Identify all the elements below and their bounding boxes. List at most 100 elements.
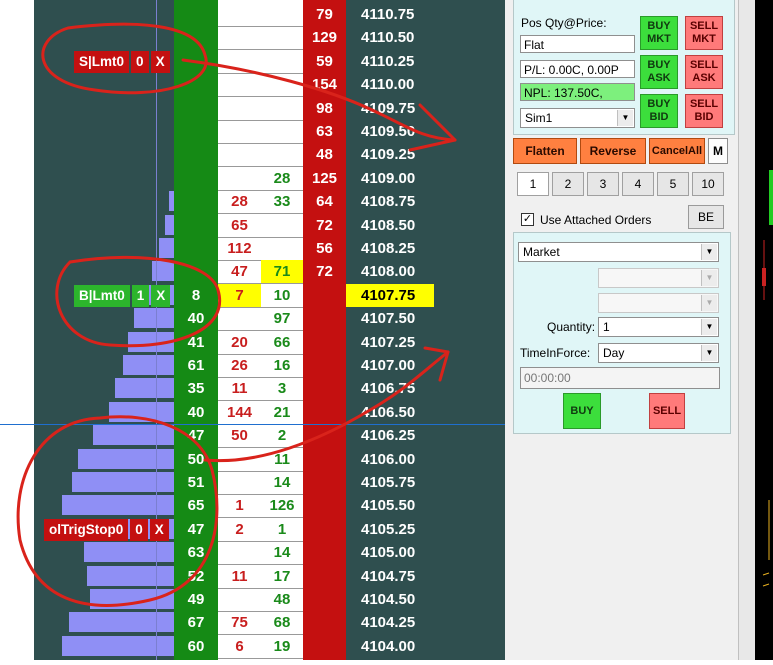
bid-qty-cell[interactable]: 8 <box>174 284 218 307</box>
ask-cell[interactable] <box>261 120 303 143</box>
buy-ask-button[interactable]: BUY ASK <box>640 55 678 89</box>
bid-cell[interactable] <box>218 3 261 26</box>
sell-button[interactable]: SELL <box>649 393 685 429</box>
chevron-down-icon[interactable]: ▼ <box>701 319 717 335</box>
qty-preset-3[interactable]: 3 <box>587 172 619 196</box>
bid-qty-cell[interactable] <box>174 97 218 120</box>
ask-qty-cell[interactable] <box>303 494 346 517</box>
buy-order-tag[interactable]: B|Lmt0 1 X <box>74 285 171 307</box>
flatten-button[interactable]: Flatten <box>513 138 577 164</box>
bid-cell[interactable] <box>218 120 261 143</box>
ask-cell[interactable] <box>261 26 303 49</box>
bid-cell[interactable] <box>218 307 261 330</box>
ask-cell[interactable]: 1 <box>261 518 303 541</box>
bid-cell[interactable] <box>218 26 261 49</box>
price-cell[interactable]: 4106.75 <box>346 377 434 400</box>
ask-cell[interactable] <box>261 237 303 260</box>
ask-cell[interactable]: 71 <box>261 260 303 283</box>
ask-cell[interactable]: 17 <box>261 565 303 588</box>
ask-cell[interactable]: 21 <box>261 401 303 424</box>
ask-cell[interactable]: 66 <box>261 331 303 354</box>
sell-mkt-button[interactable]: SELL MKT <box>685 16 723 50</box>
cancel-order-button[interactable]: X <box>149 519 169 541</box>
bid-qty-cell[interactable]: 60 <box>174 635 218 658</box>
ask-qty-cell[interactable] <box>303 635 346 658</box>
bid-qty-cell[interactable]: 35 <box>174 377 218 400</box>
bid-cell[interactable]: 28 <box>218 190 261 213</box>
ask-qty-cell[interactable]: 129 <box>303 26 346 49</box>
bid-qty-cell[interactable] <box>174 214 218 237</box>
ask-qty-cell[interactable] <box>303 307 346 330</box>
bid-qty-cell[interactable] <box>174 190 218 213</box>
ask-cell[interactable]: 126 <box>261 494 303 517</box>
qty-preset-5[interactable]: 5 <box>657 172 689 196</box>
bid-cell[interactable] <box>218 50 261 73</box>
quantity-select[interactable]: 1 ▼ <box>598 317 719 337</box>
bid-cell[interactable]: 20 <box>218 331 261 354</box>
price-cell[interactable]: 4104.50 <box>346 588 434 611</box>
bid-qty-cell[interactable]: 61 <box>174 354 218 377</box>
bid-qty-cell[interactable]: 67 <box>174 611 218 634</box>
ask-qty-cell[interactable] <box>303 448 346 471</box>
ask-cell[interactable]: 3 <box>261 377 303 400</box>
bid-cell[interactable] <box>218 588 261 611</box>
ask-qty-cell[interactable] <box>303 377 346 400</box>
chevron-down-icon[interactable]: ▼ <box>617 110 633 126</box>
ask-qty-cell[interactable] <box>303 588 346 611</box>
ask-qty-cell[interactable]: 154 <box>303 73 346 96</box>
bid-cell[interactable] <box>218 448 261 471</box>
price-cell[interactable]: 4105.25 <box>346 518 434 541</box>
ask-cell[interactable]: 16 <box>261 354 303 377</box>
option-select-1[interactable]: ▼ <box>598 268 719 288</box>
bid-qty-cell[interactable] <box>174 3 218 26</box>
bid-qty-cell[interactable] <box>174 73 218 96</box>
price-cell[interactable]: 4108.50 <box>346 214 434 237</box>
bid-qty-cell[interactable]: 50 <box>174 448 218 471</box>
price-cell[interactable]: 4107.50 <box>346 307 434 330</box>
buy-button[interactable]: BUY <box>563 393 601 429</box>
bid-qty-cell[interactable]: 49 <box>174 588 218 611</box>
bid-qty-cell[interactable] <box>174 143 218 166</box>
ask-cell[interactable]: 68 <box>261 611 303 634</box>
price-cell[interactable]: 4106.50 <box>346 401 434 424</box>
bid-cell[interactable]: 75 <box>218 611 261 634</box>
option-select-2[interactable]: ▼ <box>598 293 719 313</box>
bid-cell[interactable]: 2 <box>218 518 261 541</box>
ask-cell[interactable]: 33 <box>261 190 303 213</box>
bid-qty-cell[interactable]: 47 <box>174 424 218 447</box>
ask-cell[interactable]: 28 <box>261 167 303 190</box>
price-cell[interactable]: 4107.25 <box>346 331 434 354</box>
price-cell[interactable]: 4108.00 <box>346 260 434 283</box>
ask-qty-cell[interactable]: 79 <box>303 3 346 26</box>
buy-bid-button[interactable]: BUY BID <box>640 94 678 128</box>
tif-select[interactable]: Day ▼ <box>598 343 719 363</box>
sell-order-tag[interactable]: S|Lmt0 0 X <box>74 51 170 73</box>
price-cell[interactable]: 4104.00 <box>346 635 434 658</box>
bid-cell[interactable]: 7 <box>218 284 261 307</box>
ask-cell[interactable]: 48 <box>261 588 303 611</box>
bid-cell[interactable]: 144 <box>218 401 261 424</box>
cancel-order-button[interactable]: X <box>151 285 171 307</box>
bid-cell[interactable]: 112 <box>218 237 261 260</box>
bid-cell[interactable]: 11 <box>218 565 261 588</box>
price-cell[interactable]: 4107.00 <box>346 354 434 377</box>
ask-cell[interactable] <box>261 143 303 166</box>
ask-qty-cell[interactable] <box>303 565 346 588</box>
ask-cell[interactable] <box>261 73 303 96</box>
order-type-select[interactable]: Market ▼ <box>518 242 719 262</box>
price-cell[interactable]: 4109.50 <box>346 120 434 143</box>
cancel-all-button[interactable]: CancelAll <box>649 138 705 164</box>
bid-qty-cell[interactable] <box>174 237 218 260</box>
ask-cell[interactable]: 2 <box>261 424 303 447</box>
ask-cell[interactable] <box>261 3 303 26</box>
bid-cell[interactable] <box>218 541 261 564</box>
bid-cell[interactable] <box>218 143 261 166</box>
ask-cell[interactable]: 14 <box>261 541 303 564</box>
bid-cell[interactable] <box>218 471 261 494</box>
use-attached-orders-checkbox[interactable]: ✓ <box>521 213 534 226</box>
cancel-order-button[interactable]: X <box>150 51 170 73</box>
ask-cell[interactable]: 97 <box>261 307 303 330</box>
chevron-down-icon[interactable]: ▼ <box>701 345 717 361</box>
ask-qty-cell[interactable]: 72 <box>303 260 346 283</box>
bid-qty-cell[interactable] <box>174 120 218 143</box>
